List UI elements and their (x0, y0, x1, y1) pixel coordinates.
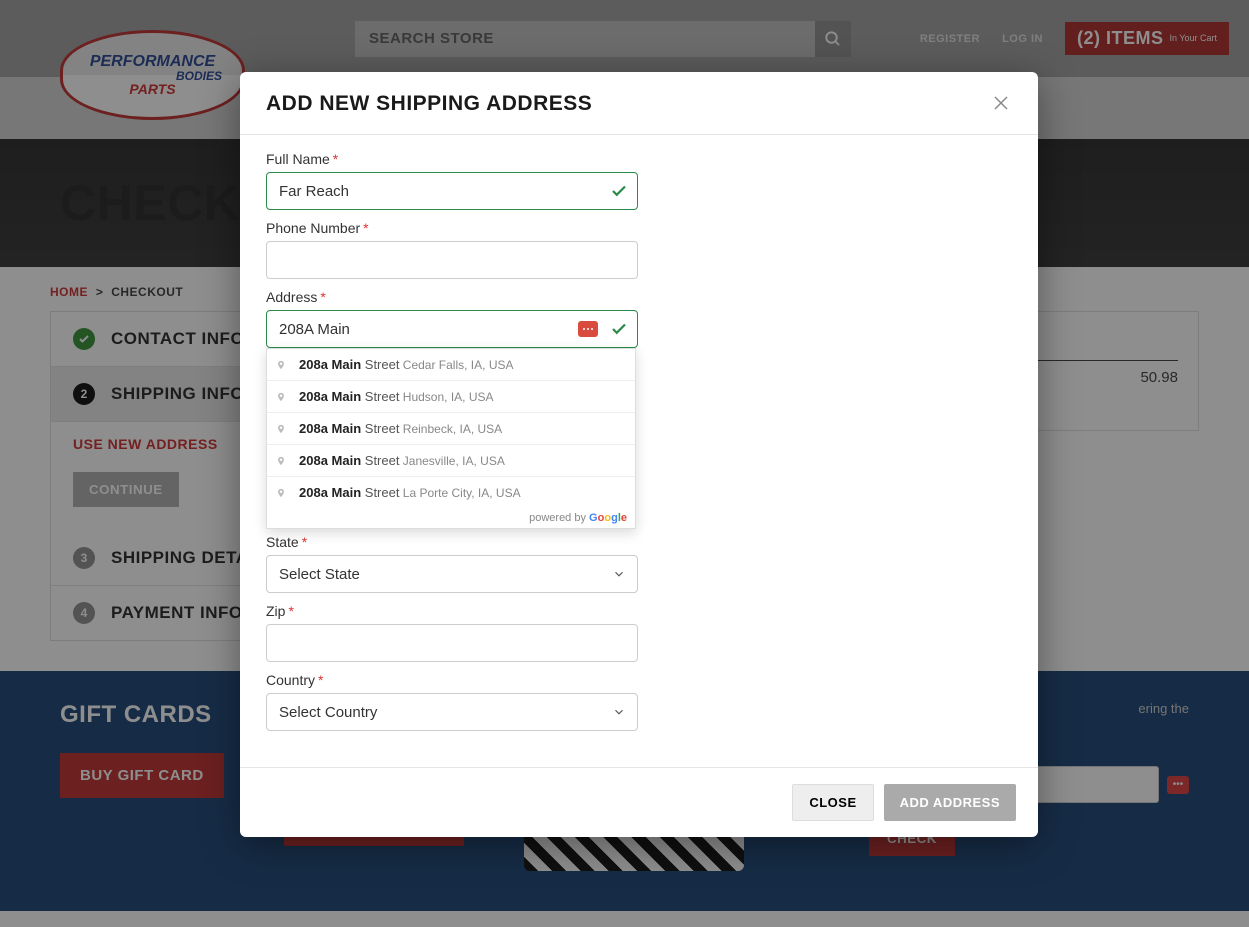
country-select[interactable]: Select Country (266, 693, 638, 731)
label-full-name: Full Name* (266, 151, 1012, 167)
close-button[interactable]: CLOSE (792, 784, 873, 821)
add-address-modal: ADD NEW SHIPPING ADDRESS Full Name* Phon… (240, 72, 1038, 837)
check-icon (610, 320, 628, 338)
modal-header: ADD NEW SHIPPING ADDRESS (240, 72, 1038, 135)
pin-icon (276, 358, 286, 372)
close-icon[interactable] (992, 94, 1012, 114)
pin-icon (276, 486, 286, 500)
ac-item[interactable]: 208a Main Street Janesville, IA, USA (267, 445, 635, 477)
zip-input[interactable] (266, 624, 638, 662)
ac-item[interactable]: 208a Main Street La Porte City, IA, USA (267, 477, 635, 508)
label-address: Address* (266, 289, 1012, 305)
field-country: Country* Select Country (266, 672, 1012, 731)
state-select[interactable]: Select State (266, 555, 638, 593)
ac-item[interactable]: 208a Main Street Reinbeck, IA, USA (267, 413, 635, 445)
pin-icon (276, 390, 286, 404)
check-icon (610, 182, 628, 200)
field-full-name: Full Name* (266, 151, 1012, 210)
field-zip: Zip* (266, 603, 1012, 662)
label-state: State* (266, 534, 1012, 550)
label-zip: Zip* (266, 603, 1012, 619)
pin-icon (276, 454, 286, 468)
modal-body: Full Name* Phone Number* Address* (240, 135, 1038, 767)
ac-item[interactable]: 208a Main Street Cedar Falls, IA, USA (267, 349, 635, 381)
address-autocomplete: 208a Main Street Cedar Falls, IA, USA 20… (266, 348, 636, 529)
field-state: State* Select State (266, 534, 1012, 593)
add-address-button[interactable]: ADD ADDRESS (884, 784, 1016, 821)
field-phone: Phone Number* (266, 220, 1012, 279)
ac-footer: powered by Google (267, 508, 635, 528)
modal-footer: CLOSE ADD ADDRESS (240, 767, 1038, 837)
field-address: Address* 208a Main Street Cedar Falls, I… (266, 289, 1012, 348)
modal-title: ADD NEW SHIPPING ADDRESS (266, 92, 592, 116)
phone-input[interactable] (266, 241, 638, 279)
full-name-input[interactable] (266, 172, 638, 210)
extension-icon[interactable] (578, 321, 598, 337)
label-phone: Phone Number* (266, 220, 1012, 236)
ac-item[interactable]: 208a Main Street Hudson, IA, USA (267, 381, 635, 413)
pin-icon (276, 422, 286, 436)
label-country: Country* (266, 672, 1012, 688)
